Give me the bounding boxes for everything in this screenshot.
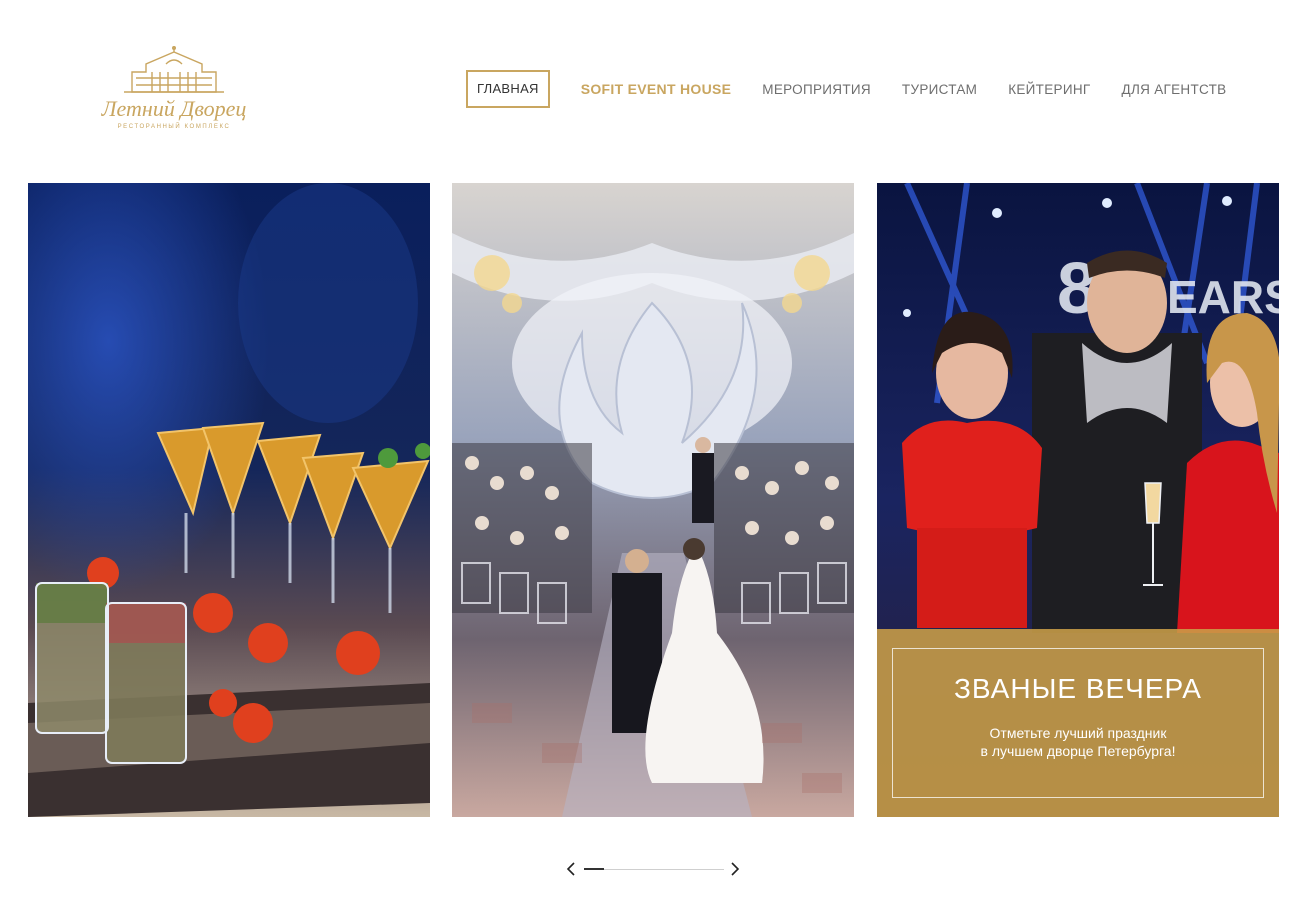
slider-progress[interactable] — [584, 868, 724, 870]
slide-soiree[interactable]: 8 EARS ЗВАНЫЕ ВЕЧЕРА Отметьте лучший пра… — [877, 183, 1279, 817]
nav-item-events[interactable]: МЕРОПРИЯТИЯ — [762, 82, 871, 97]
caption-title: ЗВАНЫЕ ВЕЧЕРА — [954, 673, 1202, 704]
caption-text: Отметьте лучший праздник в лучшем дворце… — [877, 724, 1279, 760]
caption-line-2: в лучшем дворце Петербурга! — [980, 743, 1176, 759]
nav-item-agencies[interactable]: ДЛЯ АГЕНТСТВ — [1122, 82, 1227, 97]
logo-subtitle: РЕСТОРАННЫЙ КОМПЛЕКС — [117, 124, 231, 130]
slider-progress-fill — [584, 868, 604, 870]
slide-catering[interactable] — [28, 183, 430, 817]
nav-item-catering[interactable]: КЕЙТЕРИНГ — [1008, 82, 1090, 97]
slider-next-button[interactable] — [726, 860, 744, 878]
chevron-left-icon — [566, 862, 575, 876]
chevron-right-icon — [731, 862, 740, 876]
logo-title: Летний Дворец — [101, 96, 247, 121]
svg-text:EARS: EARS — [1167, 271, 1279, 323]
main-nav: ГЛАВНАЯ SOFIT EVENT HOUSE МЕРОПРИЯТИЯ ТУ… — [466, 70, 1226, 108]
caption-frame — [892, 648, 1264, 798]
nav-item-sofit-event-house[interactable]: SOFIT EVENT HOUSE — [581, 81, 732, 97]
nav-item-tourists[interactable]: ТУРИСТАМ — [902, 82, 977, 97]
nav-item-home[interactable]: ГЛАВНАЯ — [466, 70, 550, 108]
slide-wedding[interactable] — [452, 183, 854, 817]
catering-appetizers-photo — [28, 183, 430, 817]
slider-prev-button[interactable] — [562, 860, 580, 878]
palace-icon — [124, 46, 224, 93]
caption-line-1: Отметьте лучший праздник — [989, 725, 1167, 741]
wedding-ceremony-photo — [452, 183, 854, 817]
logo[interactable]: Летний Дворец РЕСТОРАННЫЙ КОМПЛЕКС — [92, 44, 256, 136]
slide-caption[interactable]: ЗВАНЫЕ ВЕЧЕРА Отметьте лучший праздник в… — [877, 629, 1279, 817]
